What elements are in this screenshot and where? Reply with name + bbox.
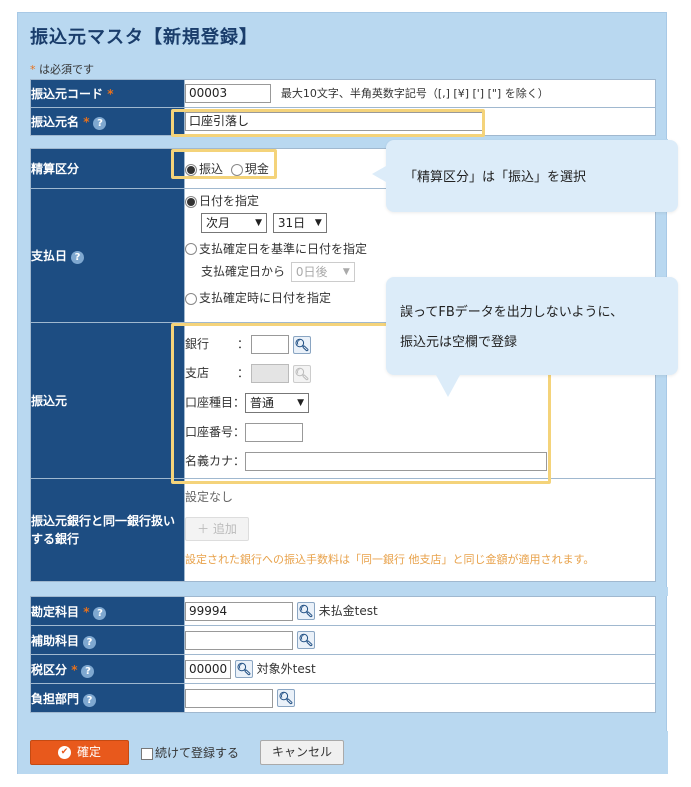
sub-account-input[interactable]	[185, 630, 293, 650]
checkbox-icon[interactable]	[141, 747, 153, 760]
radio-furikomi[interactable]	[185, 163, 197, 176]
account-no-label: 口座番号：	[185, 425, 246, 439]
separator	[18, 587, 668, 596]
chevron-down-icon: ▼	[297, 398, 305, 408]
help-icon[interactable]: ?	[93, 117, 107, 130]
cancel-button[interactable]: キャンセル	[260, 740, 344, 765]
search-icon[interactable]: 🔍︎	[234, 660, 253, 678]
confirm-button[interactable]: ✔ 確定	[30, 740, 129, 765]
required-mark: *	[30, 63, 36, 76]
branch-label: 支店	[185, 366, 210, 380]
radio-furikomi-label: 振込	[199, 162, 224, 176]
offset-label: 支払確定日から	[201, 264, 286, 279]
radio-date[interactable]	[185, 195, 197, 208]
callout-settlement-text: 「精算区分」は「振込」を選択	[404, 170, 587, 185]
search-icon[interactable]: 🔍︎	[276, 689, 295, 707]
tax-input[interactable]: 00000	[185, 659, 231, 679]
name-input[interactable]: 口座引落し	[185, 112, 485, 131]
account-type-label: 口座種目：	[185, 395, 246, 410]
tax-name: 対象外test	[256, 661, 316, 676]
payday-label: 支払日?	[30, 188, 185, 323]
footer-bar: ✔ 確定 続けて登録する キャンセル	[18, 731, 668, 774]
help-icon[interactable]: ?	[71, 251, 85, 264]
radio-date-label: 日付を指定	[199, 194, 260, 208]
account-no-input[interactable]	[245, 423, 304, 442]
chevron-down-icon: ▼	[342, 267, 350, 277]
day-select[interactable]: 31日 ▼	[272, 212, 327, 233]
branch-input[interactable]	[251, 364, 290, 383]
help-icon[interactable]: ?	[83, 693, 97, 707]
callout-settlement: 「精算区分」は「振込」を選択	[372, 140, 678, 212]
radio-base-label: 支払確定日を基準に日付を指定	[199, 241, 368, 256]
required-note: * は必須です	[30, 61, 94, 77]
bank-label: 銀行	[185, 337, 210, 351]
form-panel: 振込元マスタ【新規登録】 * は必須です 振込元コード * 00003 最大10…	[17, 12, 668, 774]
callout-source-line1: 誤ってFBデータを出力しないように、	[400, 305, 624, 320]
same-bank-note: 設定された銀行への振込手数料は「同一銀行 他支店」と同じ金額が適用されます。	[185, 553, 595, 566]
search-icon[interactable]: 🔍︎	[292, 364, 311, 383]
dept-label: 負担部門?	[30, 683, 185, 713]
search-icon[interactable]: 🔍︎	[296, 602, 315, 620]
help-icon[interactable]: ?	[83, 635, 97, 649]
account-input[interactable]: 99994	[185, 601, 293, 621]
offset-select[interactable]: 0日後 ▼	[290, 262, 355, 282]
radio-genkin-label: 現金	[244, 162, 269, 176]
add-button[interactable]: ＋ 追加	[185, 517, 249, 541]
code-input[interactable]: 00003	[185, 84, 271, 103]
page-title: 振込元マスタ【新規登録】	[30, 27, 258, 48]
sub-account-label: 補助科目?	[30, 625, 185, 655]
same-bank-none: 設定なし	[185, 490, 234, 504]
tax-label: 税区分 *?	[30, 654, 185, 684]
check-icon: ✔	[57, 746, 71, 759]
callout-tail	[436, 375, 460, 397]
code-hint: 最大10文字、半角英数字記号（[,] [¥] ['] ["] を除く）	[280, 87, 549, 100]
search-icon[interactable]: 🔍︎	[296, 631, 315, 649]
bank-input[interactable]	[251, 335, 290, 354]
chevron-down-icon: ▼	[314, 217, 322, 228]
help-icon[interactable]: ?	[93, 606, 107, 620]
callout-tail	[372, 166, 386, 182]
continue-checkbox[interactable]: 続けて登録する	[141, 744, 239, 761]
plus-icon: ＋	[197, 522, 210, 536]
holder-label: 名義カナ：	[185, 454, 246, 468]
chevron-down-icon: ▼	[255, 217, 262, 228]
month-select[interactable]: 次月 ▼	[201, 212, 267, 233]
settlement-label: 精算区分	[30, 148, 185, 189]
holder-input[interactable]	[245, 452, 548, 471]
help-icon[interactable]: ?	[81, 664, 95, 678]
account-type-select[interactable]: 普通 ▼	[245, 393, 310, 413]
account-label: 勘定科目 *?	[30, 596, 185, 626]
basic-table: 振込元コード * 00003 最大10文字、半角英数字記号（[,] [¥] ['…	[30, 79, 656, 136]
required-note-text: は必須です	[39, 63, 94, 76]
radio-confirm-label: 支払確定時に日付を指定	[199, 291, 332, 305]
radio-confirm[interactable]	[185, 292, 197, 305]
callout-source-line2: 振込元は空欄で登録	[400, 335, 518, 350]
accounting-table: 勘定科目 *? 99994 🔍︎ 未払金test 補助科目? 🔍︎ 税区分 *?…	[30, 596, 656, 713]
same-bank-label: 振込元銀行と同一銀行扱いする銀行	[30, 478, 185, 582]
name-label: 振込元名 *?	[30, 107, 185, 136]
source-label: 振込元	[30, 322, 185, 479]
dept-input[interactable]	[185, 688, 273, 708]
search-icon[interactable]: 🔍︎	[292, 335, 311, 354]
callout-source: 誤ってFBデータを出力しないように、 振込元は空欄で登録	[386, 277, 678, 397]
account-name: 未払金test	[318, 603, 378, 618]
radio-base[interactable]	[185, 243, 197, 255]
radio-genkin[interactable]	[230, 163, 243, 176]
code-label: 振込元コード *	[30, 79, 185, 108]
